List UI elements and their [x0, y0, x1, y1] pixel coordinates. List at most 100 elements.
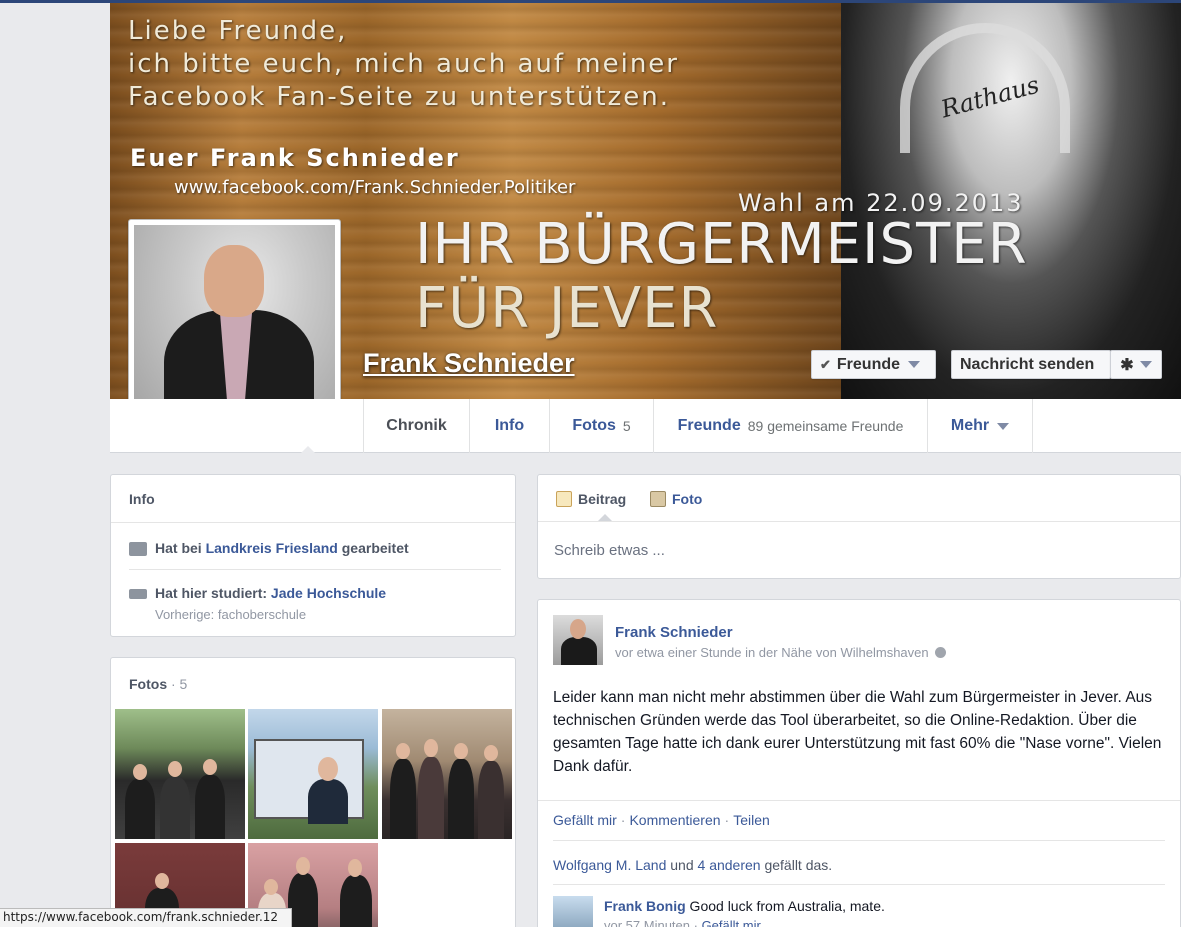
- post-meta-text[interactable]: vor etwa einer Stunde in der Nähe von Wi…: [615, 645, 929, 660]
- like-link[interactable]: Gefällt mir: [553, 812, 617, 828]
- comment-link[interactable]: Kommentieren: [629, 812, 720, 828]
- figure-head: [203, 759, 217, 775]
- globe-icon[interactable]: [934, 647, 946, 658]
- tab-chronik[interactable]: Chronik: [363, 399, 469, 453]
- figure-head: [264, 879, 278, 895]
- cover-greeting: Liebe Freunde, ich bitte euch, mich auch…: [128, 15, 679, 114]
- work-row: Hat bei Landkreis Friesland gearbeitet: [129, 540, 409, 556]
- figure-head: [484, 745, 498, 761]
- tab-info[interactable]: Info: [469, 399, 549, 453]
- composer-tab-photo-label: Foto: [672, 491, 703, 507]
- divider: [553, 884, 1165, 885]
- study-prefix: Hat hier studiert:: [155, 585, 268, 601]
- work-prefix: Hat bei: [155, 540, 202, 556]
- cover-greeting-line-1: Liebe Freunde,: [128, 16, 348, 46]
- post-meta: vor etwa einer Stunde in der Nähe von Wi…: [615, 645, 946, 660]
- post-author-avatar[interactable]: [553, 615, 603, 665]
- cover-greeting-line-2: ich bitte euch, mich auch auf meiner: [128, 49, 679, 79]
- cover-greeting-line-3: Facebook Fan-Seite zu unterstützen.: [128, 82, 670, 112]
- cover-fanpage-url: www.facebook.com/Frank.Schnieder.Politik…: [174, 177, 576, 198]
- profile-name[interactable]: Frank Schnieder: [363, 348, 575, 379]
- figure-head: [168, 761, 182, 777]
- commenter-name[interactable]: Frank Bonig: [604, 898, 686, 914]
- post-likes: Wolfgang M. Land und 4 anderen gefällt d…: [553, 857, 832, 873]
- study-place-link[interactable]: Jade Hochschule: [271, 585, 386, 601]
- post-actions: Gefällt mir · Kommentieren · Teilen: [553, 812, 770, 828]
- liker-link[interactable]: Wolfgang M. Land: [553, 857, 666, 873]
- tab-fotos[interactable]: Fotos 5: [549, 399, 653, 453]
- friends-button[interactable]: ✔ Freunde: [811, 350, 936, 379]
- info-card-title[interactable]: Info: [129, 491, 155, 507]
- avatar-head: [570, 619, 586, 639]
- figure: [448, 759, 474, 839]
- profile-picture-image: [134, 225, 335, 427]
- chevron-down-icon: [997, 422, 1010, 430]
- figure: [418, 757, 444, 839]
- settings-button[interactable]: ✱: [1110, 350, 1162, 379]
- composer-tab-photo[interactable]: Foto: [650, 491, 702, 507]
- previous-school: Vorherige: fachoberschule: [155, 607, 307, 622]
- photo-icon: [650, 491, 666, 507]
- post-author-name[interactable]: Frank Schnieder: [615, 624, 733, 641]
- photo-thumbnail[interactable]: [115, 709, 245, 839]
- tab-mehr[interactable]: Mehr: [927, 399, 1033, 453]
- figure-head: [348, 859, 362, 877]
- post-composer: Beitrag Foto Schreib etwas ...: [537, 474, 1181, 579]
- figure: [340, 875, 372, 927]
- cover-headline-2: FÜR JEVER: [415, 276, 719, 341]
- post-body: Leider kann man nicht mehr abstimmen übe…: [553, 689, 1162, 775]
- separator: ·: [620, 812, 626, 828]
- composer-input[interactable]: Schreib etwas ...: [538, 521, 1180, 578]
- timeline-post: Frank Schnieder vor etwa einer Stunde in…: [537, 599, 1181, 927]
- likers-suffix: gefällt das.: [760, 857, 833, 873]
- friends-button-label: Freunde: [836, 355, 901, 373]
- divider: [553, 840, 1165, 841]
- photo-thumbnail[interactable]: [248, 709, 378, 839]
- info-card: Info Hat bei Landkreis Friesland gearbei…: [110, 474, 516, 637]
- figure-head: [396, 743, 410, 759]
- photos-card-title[interactable]: Fotos · 5: [129, 676, 187, 692]
- figure: [390, 759, 416, 839]
- send-message-button[interactable]: Nachricht senden: [951, 350, 1111, 379]
- person-head: [204, 245, 264, 317]
- avatar-body: [561, 637, 597, 665]
- figure: [478, 761, 504, 839]
- share-link[interactable]: Teilen: [733, 812, 770, 828]
- composer-tab-post-label: Beitrag: [578, 491, 627, 507]
- figure: [195, 775, 225, 839]
- tab-chronik-label: Chronik: [386, 417, 447, 434]
- tab-freunde[interactable]: Freunde 89 gemeinsame Freunde: [653, 399, 927, 453]
- comment-like-link[interactable]: Gefällt mir: [702, 918, 761, 927]
- study-text: Hat hier studiert: Jade Hochschule: [155, 585, 386, 601]
- chevron-down-icon: [1139, 361, 1152, 368]
- comment: Frank Bonig Good luck from Australia, ma…: [604, 898, 885, 914]
- comment-time[interactable]: vor 57 Minuten: [604, 918, 690, 927]
- figure-head: [155, 873, 169, 889]
- work-text: Hat bei Landkreis Friesland gearbeitet: [155, 540, 409, 556]
- others-link[interactable]: 4 anderen: [698, 857, 761, 873]
- check-icon: ✔: [820, 356, 831, 372]
- figure: [288, 873, 318, 927]
- comment-text: Good luck from Australia, mate.: [685, 898, 885, 914]
- profile-tab-bar: Chronik Info Fotos 5 Freunde 89 gemeinsame…: [110, 399, 1181, 453]
- figure-head: [424, 739, 438, 757]
- figure-head: [296, 857, 310, 875]
- active-tab-indicator: [300, 446, 316, 454]
- composer-tab-post[interactable]: Beitrag: [556, 491, 626, 507]
- figure: [160, 777, 190, 839]
- cover-signature: Euer Frank Schnieder: [130, 144, 460, 172]
- tab-freunde-count: 89 gemeinsame Freunde: [747, 418, 904, 434]
- photos-count: · 5: [167, 676, 188, 692]
- figure: [125, 779, 155, 839]
- study-row: Hat hier studiert: Jade Hochschule: [129, 585, 386, 601]
- divider: [111, 522, 515, 523]
- send-message-label: Nachricht senden: [960, 355, 1095, 373]
- school-icon: [129, 589, 147, 599]
- photos-title: Fotos: [129, 676, 168, 692]
- work-place-link[interactable]: Landkreis Friesland: [206, 540, 338, 556]
- photo-thumbnail[interactable]: [382, 709, 512, 839]
- commenter-avatar[interactable]: [553, 896, 593, 927]
- figure-head: [318, 757, 338, 781]
- separator: ·: [724, 812, 730, 828]
- divider: [538, 800, 1180, 801]
